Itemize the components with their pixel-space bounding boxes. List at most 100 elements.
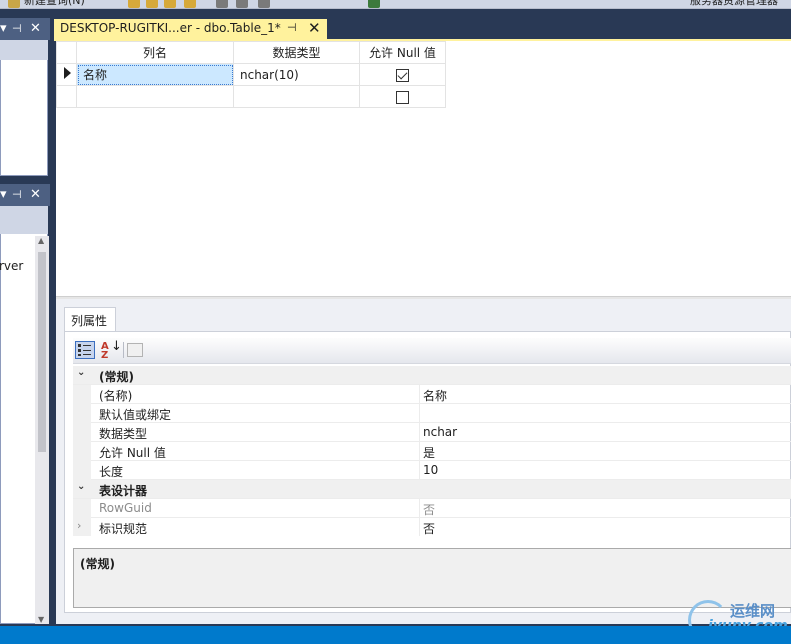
close-icon[interactable]: ✕ xyxy=(30,186,41,204)
tab-pin-icon[interactable]: ⊣ xyxy=(287,21,297,34)
row-selector[interactable] xyxy=(56,63,77,86)
new-query-icon[interactable] xyxy=(8,0,20,8)
property-description: (常规) xyxy=(73,548,791,608)
column-properties-body: A Z ↓ ⌄ (常规) (名称) 名称 默认值或绑定 数据类型 nchar 允许 Null … xyxy=(64,331,791,613)
tab-close-icon[interactable]: ✕ xyxy=(308,19,321,37)
left-panel-bottom: ▾ ⊣ ✕ rver ▲ ▼ xyxy=(0,184,50,624)
pin-icon[interactable]: ⊣ xyxy=(12,186,22,204)
scroll-down-icon[interactable]: ▼ xyxy=(38,615,44,624)
document-tab[interactable]: DESKTOP-RUGITKI...er - dbo.Table_1* ⊣ ✕ xyxy=(54,19,327,39)
property-row[interactable]: 允许 Null 值 是 xyxy=(73,442,791,461)
cut-icon[interactable] xyxy=(216,0,228,8)
property-key: 数据类型 xyxy=(99,427,148,441)
main-toolbar: 新建查询(N) 服务器资源管理器 xyxy=(0,0,791,9)
status-bar xyxy=(0,626,791,644)
database-icon-2[interactable] xyxy=(146,0,158,8)
property-gutter xyxy=(73,518,91,536)
property-category[interactable]: ⌄ (常规) xyxy=(73,366,791,385)
allow-null-cell[interactable] xyxy=(359,85,446,108)
property-key: 长度 xyxy=(99,465,124,479)
execute-icon[interactable] xyxy=(368,0,380,8)
header-column-name: 列名 xyxy=(76,41,234,64)
scroll-thumb[interactable] xyxy=(38,252,46,452)
property-gutter xyxy=(73,499,91,518)
left-panel-bottom-header: ▾ ⊣ ✕ xyxy=(0,184,50,206)
property-row[interactable]: 数据类型 nchar xyxy=(73,423,791,442)
categorized-view-icon[interactable] xyxy=(75,341,95,359)
property-key: RowGuid xyxy=(99,501,152,515)
property-row[interactable]: (名称) 名称 xyxy=(73,385,791,404)
data-type-cell[interactable]: nchar(10) xyxy=(233,63,360,86)
document-tab-title: DESKTOP-RUGITKI...er - dbo.Table_1* xyxy=(60,21,281,35)
collapse-icon[interactable]: ⌄ xyxy=(77,481,85,492)
left-panel-bottom-toolbar xyxy=(0,206,48,234)
data-type-cell[interactable] xyxy=(233,85,360,108)
tree-item-server[interactable]: rver xyxy=(0,259,23,273)
property-category[interactable]: ⌄ 表设计器 xyxy=(73,480,791,499)
column-divider xyxy=(419,423,420,442)
column-name-cell[interactable]: 名称 xyxy=(76,63,234,86)
copy-icon[interactable] xyxy=(236,0,248,8)
description-title: (常规) xyxy=(80,557,115,571)
property-row[interactable]: 长度 10 xyxy=(73,461,791,480)
vertical-scrollbar[interactable]: ▲ ▼ xyxy=(35,236,49,624)
left-panel-top-header: ▾ ⊣ ✕ xyxy=(0,18,50,40)
column-divider xyxy=(419,499,420,518)
left-panel-top-body xyxy=(0,40,48,176)
database-icon[interactable] xyxy=(128,0,140,8)
table-row[interactable]: 名称 nchar(10) xyxy=(56,63,446,86)
property-value[interactable]: 否 xyxy=(423,501,435,518)
column-properties-pane: 列属性 A Z ↓ ⌄ (常规) (名称) 名称 默认值或绑定 数据类型 nchar 允许 N… xyxy=(56,299,791,624)
row-selector-header xyxy=(56,41,77,64)
properties-toolbar: A Z ↓ xyxy=(73,338,791,364)
panel-menu-icon[interactable]: ▾ xyxy=(0,186,7,204)
server-explorer-button[interactable]: 服务器资源管理器 xyxy=(690,0,778,8)
property-key: (名称) xyxy=(99,389,133,403)
property-value[interactable]: 名称 xyxy=(423,387,447,404)
column-grid-header: 列名 数据类型 允许 Null 值 xyxy=(56,41,446,64)
column-grid: 列名 数据类型 允许 Null 值 名称 nchar(10) xyxy=(56,41,446,108)
property-gutter xyxy=(73,385,91,404)
column-divider xyxy=(419,442,420,461)
property-value[interactable]: 否 xyxy=(423,520,435,536)
pin-icon[interactable]: ⊣ xyxy=(12,20,22,38)
column-divider xyxy=(419,385,420,404)
alphabetical-sort-icon[interactable]: A Z ↓ xyxy=(99,340,122,361)
database-icon-4[interactable] xyxy=(184,0,196,8)
property-value[interactable]: 10 xyxy=(423,463,438,477)
property-row[interactable]: › 标识规范 否 xyxy=(73,518,791,536)
column-name-cell[interactable] xyxy=(76,85,234,108)
allow-null-checkbox[interactable] xyxy=(396,68,409,82)
property-row[interactable]: RowGuid 否 xyxy=(73,499,791,518)
expand-icon[interactable]: › xyxy=(77,519,81,532)
table-row[interactable] xyxy=(56,85,446,108)
property-pages-icon[interactable] xyxy=(127,343,143,357)
property-key: 默认值或绑定 xyxy=(99,408,172,422)
property-value[interactable]: 是 xyxy=(423,444,435,461)
property-row[interactable]: 默认值或绑定 xyxy=(73,404,791,423)
current-row-icon xyxy=(64,67,71,79)
tab-column-properties[interactable]: 列属性 xyxy=(64,307,116,331)
property-gutter xyxy=(73,442,91,461)
panel-menu-icon[interactable]: ▾ xyxy=(0,20,7,38)
close-icon[interactable]: ✕ xyxy=(30,20,41,38)
column-divider xyxy=(419,518,420,536)
property-grid: ⌄ (常规) (名称) 名称默认值或绑定 数据类型 nchar 允许 Null 值 是长度 10… xyxy=(73,366,791,536)
left-panel-top: ▾ ⊣ ✕ xyxy=(0,18,50,178)
header-data-type: 数据类型 xyxy=(233,41,360,64)
collapse-icon[interactable]: ⌄ xyxy=(77,367,85,378)
column-divider xyxy=(419,404,420,423)
property-gutter xyxy=(73,404,91,423)
paste-icon[interactable] xyxy=(258,0,270,8)
row-selector[interactable] xyxy=(56,85,77,108)
new-query-button[interactable]: 新建查询(N) xyxy=(24,0,85,8)
column-divider xyxy=(419,461,420,480)
table-designer: 列名 数据类型 允许 Null 值 名称 nchar(10) xyxy=(56,41,791,296)
watermark-logo: 运维网 iyunv.com xyxy=(688,596,791,640)
property-key: 标识规范 xyxy=(99,522,148,536)
allow-null-cell[interactable] xyxy=(359,63,446,86)
property-value[interactable]: nchar xyxy=(423,425,457,439)
scroll-up-icon[interactable]: ▲ xyxy=(38,236,44,245)
allow-null-checkbox[interactable] xyxy=(396,90,409,104)
database-icon-3[interactable] xyxy=(164,0,176,8)
